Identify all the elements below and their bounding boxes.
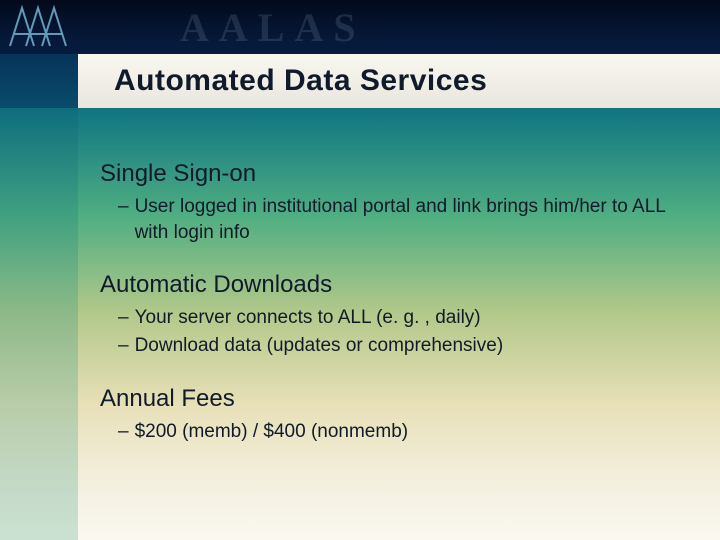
section-heading: Annual Fees bbox=[100, 385, 680, 413]
section-annual-fees: Annual Fees – $200 (memb) / $400 (nonmem… bbox=[100, 385, 680, 445]
title-row: Automated Data Services bbox=[0, 54, 720, 108]
list-item: – Your server connects to ALL (e. g. , d… bbox=[118, 305, 680, 331]
dash-icon: – bbox=[118, 419, 129, 445]
header-ghost-text: AALAS bbox=[180, 4, 366, 51]
section-single-sign-on: Single Sign-on – User logged in institut… bbox=[100, 160, 680, 245]
section-heading: Automatic Downloads bbox=[100, 271, 680, 299]
list-item: – $200 (memb) / $400 (nonmemb) bbox=[118, 419, 680, 445]
bullet-list: – $200 (memb) / $400 (nonmemb) bbox=[100, 419, 680, 445]
side-accent-bar bbox=[0, 108, 78, 540]
bullet-list: – User logged in institutional portal an… bbox=[100, 194, 680, 245]
dash-icon: – bbox=[118, 333, 129, 359]
bullet-text: Download data (updates or comprehensive) bbox=[135, 333, 680, 359]
logo-icon bbox=[4, 2, 74, 50]
bullet-text: Your server connects to ALL (e. g. , dai… bbox=[135, 305, 680, 331]
dash-icon: – bbox=[118, 305, 129, 331]
list-item: – User logged in institutional portal an… bbox=[118, 194, 680, 245]
content-area: Single Sign-on – User logged in institut… bbox=[100, 130, 680, 510]
slide-title: Automated Data Services bbox=[78, 54, 720, 108]
bullet-list: – Your server connects to ALL (e. g. , d… bbox=[100, 305, 680, 358]
slide: AALAS Automated Data Services Single Sig… bbox=[0, 0, 720, 540]
bullet-text: User logged in institutional portal and … bbox=[135, 194, 680, 245]
dash-icon: – bbox=[118, 194, 129, 220]
section-heading: Single Sign-on bbox=[100, 160, 680, 188]
section-automatic-downloads: Automatic Downloads – Your server connec… bbox=[100, 271, 680, 358]
header-band: AALAS bbox=[0, 0, 720, 54]
list-item: – Download data (updates or comprehensiv… bbox=[118, 333, 680, 359]
bullet-text: $200 (memb) / $400 (nonmemb) bbox=[135, 419, 680, 445]
